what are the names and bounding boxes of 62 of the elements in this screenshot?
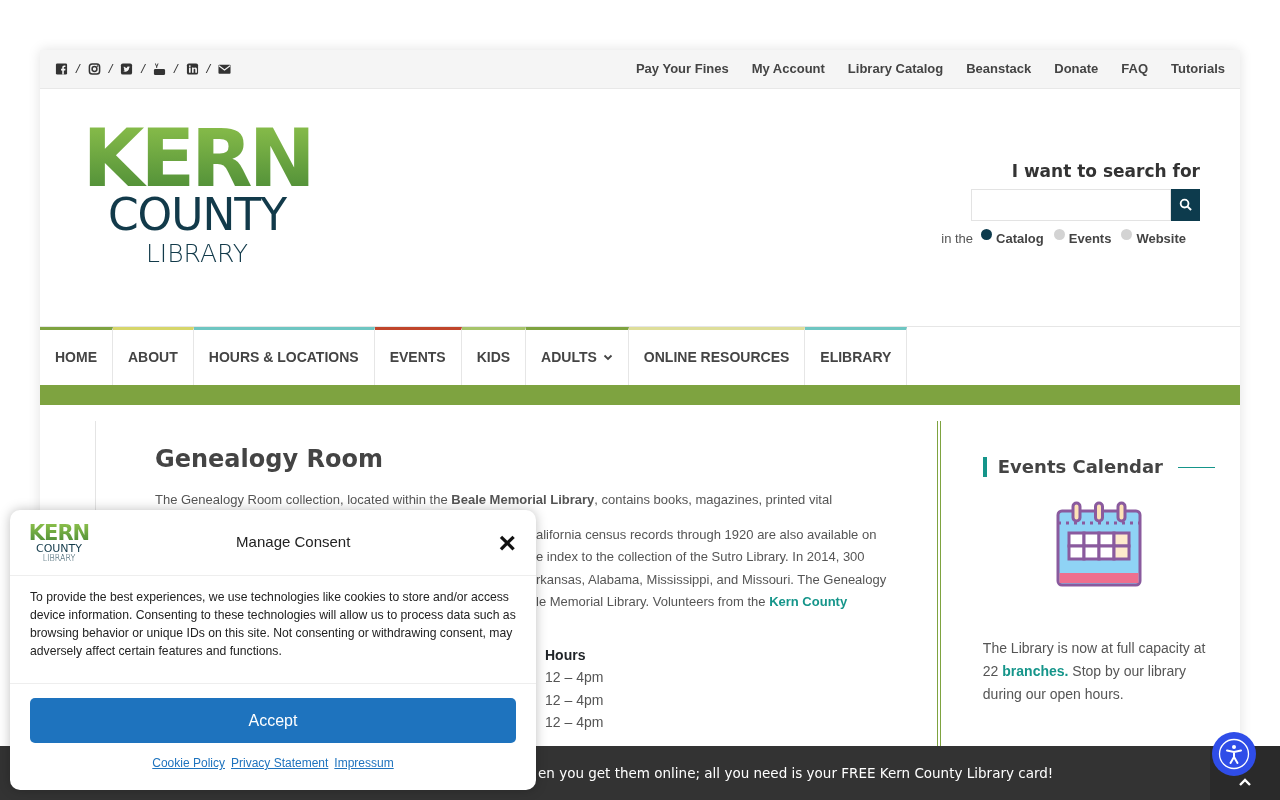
hours-cell-text: 12 – 4pm <box>545 690 605 710</box>
radio-label: Website <box>1136 229 1186 248</box>
nav-tab[interactable]: ELIBRARY <box>805 327 908 385</box>
paragraph-line: rkansas, Alabama, Mississippi, and Missouri. The Genealogy <box>536 570 887 589</box>
nav-tab[interactable]: ADULTS <box>526 327 629 385</box>
nav-tab[interactable]: EVENTS <box>374 327 462 385</box>
search-icon <box>1179 198 1192 211</box>
radio-button[interactable] <box>981 228 993 240</box>
article-title: Genealogy Room <box>155 444 384 475</box>
twitter-icon[interactable] <box>120 62 134 76</box>
paragraph-line: le Memorial Library. Volunteers from the Kern County <box>536 593 848 612</box>
top-link[interactable]: Library Catalog <box>847 59 944 79</box>
column-heading: Hours <box>545 645 587 665</box>
nav-tab[interactable]: ONLINE RESOURCES <box>628 327 806 385</box>
radio-label: Events <box>1068 229 1112 248</box>
separator-slash: / <box>76 60 80 79</box>
search-field[interactable] <box>971 188 1171 221</box>
policy-link[interactable]: Impressum <box>334 754 394 772</box>
paragraph-line: alifornia census records through 1920 are also available on <box>536 525 877 544</box>
calendar-icon <box>1055 501 1142 587</box>
top-link[interactable]: Donate <box>1054 59 1099 79</box>
policy-link[interactable]: Privacy Statement <box>231 754 329 772</box>
scope-label: in the <box>941 229 974 248</box>
dialog-title: Manage Consent <box>236 532 351 553</box>
hours-cell-text: 12 – 4pm <box>545 713 605 733</box>
top-link[interactable]: My Account <box>751 59 825 79</box>
policy-link[interactable]: Cookie Policy <box>152 754 225 772</box>
facebook-icon[interactable] <box>55 62 68 76</box>
hours-cell-text: 12 – 4pm <box>545 668 605 688</box>
text-link[interactable]: branches. <box>1002 663 1069 679</box>
top-link[interactable]: FAQ <box>1121 59 1149 79</box>
nav-tab[interactable]: HOME <box>40 327 113 385</box>
paragraph-line: The Genealogy Room collection, located within the Beale Memorial Library, contains books, magazines, printed vital <box>155 491 834 509</box>
instagram-icon[interactable] <box>87 62 101 76</box>
sidebar-text: The Library is now at full capacity at 22 branches. Stop by our library during our open hours. <box>982 639 1207 704</box>
logo[interactable]: KERN COUNTY LIBRARY <box>70 119 324 326</box>
nav-tab[interactable]: HOURS & LOCATIONS <box>193 327 375 385</box>
email-icon[interactable] <box>218 62 232 76</box>
text-link[interactable]: Kern County <box>769 594 848 610</box>
radio-label: Catalog <box>996 229 1044 248</box>
search-heading: I want to search for <box>1011 160 1200 183</box>
top-link[interactable]: Tutorials <box>1171 59 1225 79</box>
radio-button[interactable] <box>1121 228 1133 240</box>
separator-slash: / <box>141 60 145 79</box>
widget-title: Events Calendar <box>982 457 1163 477</box>
top-link[interactable]: Pay Your Fines <box>635 59 729 79</box>
search-button[interactable] <box>1171 188 1200 221</box>
top-link[interactable]: Beanstack <box>966 59 1032 79</box>
separator-slash: / <box>206 60 211 79</box>
caret-up-icon <box>1239 778 1251 786</box>
accept-button[interactable]: Accept <box>30 698 516 743</box>
radio-button[interactable] <box>1053 228 1065 240</box>
nav-tab[interactable]: ABOUT <box>113 327 194 385</box>
youtube-icon[interactable] <box>152 62 166 76</box>
separator-slash: / <box>108 60 113 79</box>
linkedin-icon[interactable] <box>185 62 199 76</box>
consent-text: To provide the best experiences, we use technologies like cookies to store and/or access device information. Consenting to these technologies will allow us to process data such as browsing behavior or unique IDs on this site. Not consenting or withdrawing consent, may adversely affect certain features and functions. <box>10 576 536 684</box>
nav-tab[interactable]: KIDS <box>461 327 527 385</box>
separator-slash: / <box>173 60 178 79</box>
close-button[interactable]: × <box>498 527 516 558</box>
paragraph-line: e index to the collection of the Sutro Library. In 2014, 300 <box>536 548 865 567</box>
accessibility-icon <box>1218 738 1250 770</box>
